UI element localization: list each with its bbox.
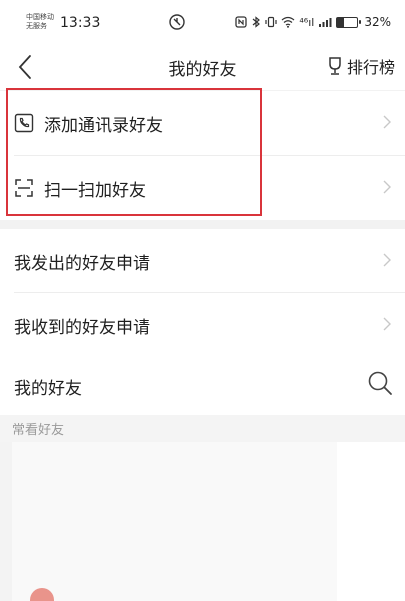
add-contacts-friends-row[interactable]: 添加通讯录好友 xyxy=(0,91,405,155)
status-indicators: ⁴⁶ıl 32% xyxy=(235,15,391,29)
my-friends-label: 我的好友 xyxy=(14,378,82,399)
chevron-right-icon xyxy=(383,317,391,331)
wifi-icon xyxy=(281,16,295,28)
status-bar: 中国移动 无服务 13:33 ⁴⁶ıl 32% xyxy=(0,0,405,44)
bluetooth-icon xyxy=(253,16,261,28)
section-divider xyxy=(0,220,405,229)
leaderboard-label: 排行榜 xyxy=(346,58,395,77)
chevron-right-icon xyxy=(383,115,391,129)
leaderboard-button[interactable]: 排行榜 xyxy=(326,54,395,78)
scan-icon xyxy=(14,178,34,198)
battery-icon xyxy=(336,16,362,28)
sent-requests-label: 我发出的好友申请 xyxy=(14,253,150,274)
carrier-info: 中国移动 无服务 xyxy=(26,13,54,31)
frequent-friends-header: 常看好友 xyxy=(0,415,405,442)
scan-add-friend-row[interactable]: 扫一扫加好友 xyxy=(0,156,405,220)
trophy-icon xyxy=(329,57,341,75)
vibrate-icon xyxy=(265,16,277,28)
received-requests-label: 我收到的好友申请 xyxy=(14,317,150,338)
chevron-right-icon xyxy=(383,180,391,194)
nav-bar: 我的好友 排行榜 xyxy=(0,44,405,90)
my-friends-row: 我的好友 xyxy=(0,357,405,415)
signal-bars-icon xyxy=(319,17,332,27)
signal-icon: ⁴⁶ıl xyxy=(299,15,315,29)
carrier-name: 中国移动 xyxy=(26,13,54,21)
sent-requests-row[interactable]: 我发出的好友申请 xyxy=(0,229,405,293)
list-edge xyxy=(0,442,12,601)
nfc-icon xyxy=(235,16,248,28)
phone-book-icon xyxy=(14,113,34,133)
chevron-right-icon xyxy=(383,253,391,267)
blurred-friend-list xyxy=(12,442,337,601)
scan-add-friend-label: 扫一扫加好友 xyxy=(44,180,146,201)
status-time: 13:33 xyxy=(60,15,101,31)
frequent-friends-label: 常看好友 xyxy=(12,423,65,438)
received-requests-row[interactable]: 我收到的好友申请 xyxy=(0,293,405,357)
battery-fill xyxy=(337,17,344,27)
notification-icon xyxy=(169,14,185,30)
add-contacts-friends-label: 添加通讯录好友 xyxy=(44,115,163,136)
search-icon[interactable] xyxy=(367,370,393,396)
carrier-service: 无服务 xyxy=(26,22,47,30)
battery-percent: 32% xyxy=(364,15,391,29)
